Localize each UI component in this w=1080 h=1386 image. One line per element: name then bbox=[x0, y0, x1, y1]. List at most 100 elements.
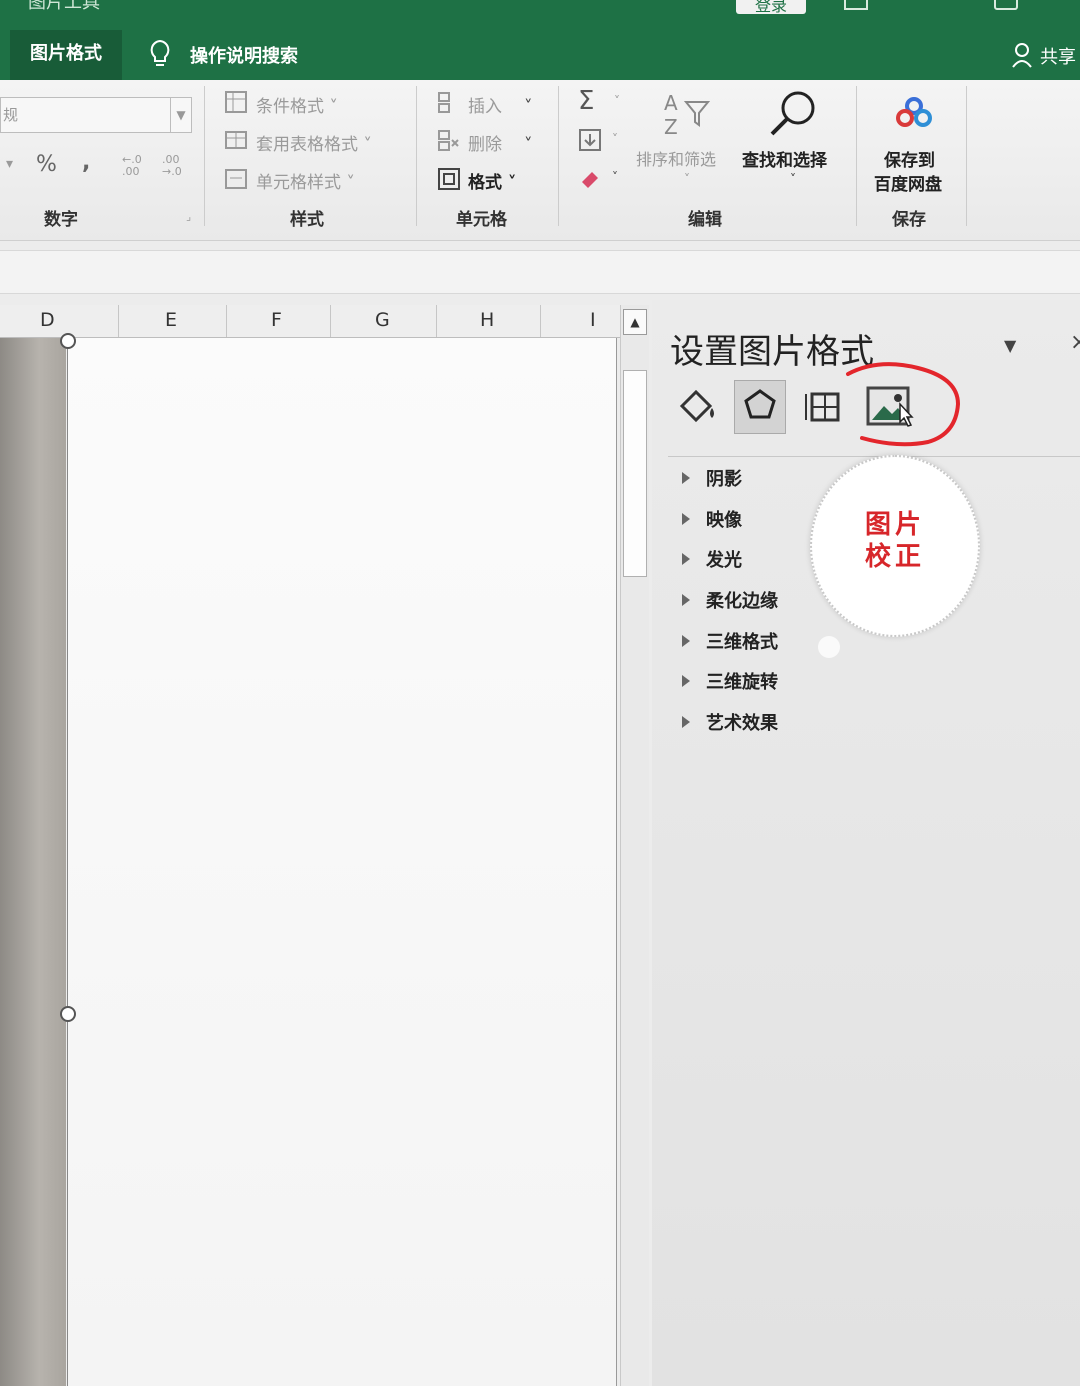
section-reflection[interactable]: 映像 bbox=[682, 506, 742, 532]
number-group-label: 数字 bbox=[44, 210, 78, 230]
autosum-button[interactable]: Σ bbox=[578, 86, 594, 116]
section-label: 发光 bbox=[706, 550, 742, 571]
decrease-decimal-button[interactable]: .00 →.0 bbox=[162, 154, 192, 178]
pane-options-chevron-icon[interactable]: ▼ bbox=[1004, 336, 1016, 355]
column-header-i[interactable]: I bbox=[590, 309, 596, 331]
share-button[interactable]: 共享 bbox=[1040, 43, 1076, 69]
group-divider bbox=[966, 86, 967, 226]
expand-triangle-icon bbox=[682, 553, 690, 565]
tab-picture-format[interactable]: 图片格式 bbox=[10, 30, 122, 80]
column-divider bbox=[226, 305, 227, 337]
sort-filter-icon: A Z bbox=[664, 91, 711, 139]
increase-decimal-button[interactable]: ←.0 .00 bbox=[122, 154, 152, 178]
section-label: 艺术效果 bbox=[706, 713, 778, 734]
scrollbar-thumb[interactable] bbox=[623, 370, 647, 577]
sort-filter-button[interactable]: 排序和筛选 bbox=[636, 146, 716, 170]
login-button[interactable]: 登录 bbox=[736, 0, 806, 15]
section-glow[interactable]: 发光 bbox=[682, 546, 742, 572]
chevron-down-icon[interactable]: ˅ bbox=[612, 132, 618, 146]
fill-down-icon[interactable] bbox=[578, 128, 602, 152]
red-circle-annotation bbox=[846, 362, 961, 447]
section-3d-format[interactable]: 三维格式 bbox=[682, 628, 778, 654]
section-soft-edges[interactable]: 柔化边缘 bbox=[682, 587, 778, 613]
resize-handle-middle-left[interactable] bbox=[60, 1006, 76, 1022]
svg-text:A: A bbox=[664, 91, 678, 115]
table-format-button[interactable]: 套用表格格式 ˅ bbox=[256, 130, 372, 155]
cell-styles-label: 单元格样式 bbox=[256, 173, 341, 193]
chevron-down-icon[interactable]: ˅ bbox=[612, 170, 618, 184]
find-select-button[interactable]: 查找和选择 bbox=[742, 146, 827, 171]
selected-picture[interactable] bbox=[67, 338, 617, 1386]
scroll-up-arrow-icon[interactable]: ▲ bbox=[623, 309, 647, 335]
percent-style-button[interactable]: % bbox=[36, 152, 57, 177]
callout-line-2: 校正 bbox=[864, 542, 925, 572]
delete-label: 删除 bbox=[468, 135, 502, 155]
eraser-icon[interactable] bbox=[578, 166, 602, 190]
section-3d-rotation[interactable]: 三维旋转 bbox=[682, 668, 778, 694]
number-format-dropdown[interactable]: 规 ▼ bbox=[0, 97, 192, 133]
cell-styles-button[interactable]: 单元格样式 ˅ bbox=[256, 168, 355, 193]
formula-bar[interactable] bbox=[0, 250, 1080, 294]
column-header-h[interactable]: H bbox=[480, 309, 494, 331]
section-shadow[interactable]: 阴影 bbox=[682, 465, 742, 491]
chevron-down-icon[interactable]: ˅ bbox=[614, 94, 620, 108]
expand-triangle-icon bbox=[682, 675, 690, 687]
close-icon[interactable]: × bbox=[1070, 330, 1080, 355]
svg-text:Z: Z bbox=[664, 115, 678, 139]
conditional-format-button[interactable]: 条件格式 ˅ bbox=[256, 92, 338, 117]
section-label: 映像 bbox=[706, 510, 742, 531]
resize-handle-top-left[interactable] bbox=[60, 333, 76, 349]
fill-line-tab-paint-bucket-icon[interactable] bbox=[674, 380, 724, 432]
callout-line-1: 图片 bbox=[864, 510, 925, 540]
column-header-e[interactable]: E bbox=[165, 309, 177, 331]
format-cells-button[interactable]: 格式 ˅ bbox=[468, 168, 516, 193]
column-header-f[interactable]: F bbox=[271, 309, 282, 331]
section-label: 阴影 bbox=[706, 469, 742, 490]
chevron-down-icon: ▼ bbox=[170, 98, 191, 132]
contextual-tool-title: 图片工具 bbox=[28, 0, 100, 13]
magnifier-icon bbox=[770, 91, 815, 136]
title-bar: 图片工具 登录 图片格式 操作说明搜索 共享 bbox=[0, 0, 1080, 80]
cells-group-label: 单元格 bbox=[456, 210, 507, 230]
group-divider bbox=[558, 86, 559, 226]
group-divider bbox=[856, 86, 857, 226]
comma-style-button[interactable]: , bbox=[82, 150, 90, 175]
column-divider bbox=[436, 305, 437, 337]
section-artistic-effects[interactable]: 艺术效果 bbox=[682, 709, 778, 735]
column-header-d[interactable]: D bbox=[40, 309, 55, 331]
expand-triangle-icon bbox=[682, 716, 690, 728]
section-label: 三维格式 bbox=[706, 632, 778, 653]
dialog-launcher-icon[interactable]: ⌟ bbox=[186, 210, 191, 223]
group-divider bbox=[204, 86, 205, 226]
chevron-down-icon: ˅ bbox=[790, 172, 796, 186]
person-icon[interactable] bbox=[1012, 42, 1034, 68]
column-header-row: D E F G H I bbox=[0, 305, 620, 338]
column-divider bbox=[118, 305, 119, 337]
vertical-scrollbar[interactable]: ▲ bbox=[620, 305, 649, 1386]
expand-triangle-icon bbox=[682, 513, 690, 525]
save-to-netdisk-line1[interactable]: 保存到 bbox=[884, 146, 935, 171]
effects-tab-pentagon-icon[interactable] bbox=[734, 380, 786, 434]
section-label: 三维旋转 bbox=[706, 672, 778, 693]
delete-cells-icon bbox=[438, 130, 459, 151]
group-divider bbox=[416, 86, 417, 226]
cell-styles-icon bbox=[225, 169, 247, 189]
styles-group-label: 样式 bbox=[290, 210, 324, 230]
table-format-icon bbox=[225, 131, 247, 149]
annotation-callout-bubble: 图片 校正 bbox=[810, 455, 980, 637]
ribbon: 规 ▼ ▾ % , ←.0 .00 .00 →.0 数字 ⌟ 条件格式 ˅ 套用… bbox=[0, 80, 1080, 241]
restore-window-icon[interactable] bbox=[994, 0, 1018, 10]
column-header-g[interactable]: G bbox=[375, 309, 390, 331]
delete-cells-button[interactable]: 删除 ˅ bbox=[468, 130, 533, 155]
save-group-label: 保存 bbox=[892, 210, 926, 230]
ribbon-display-options-icon[interactable] bbox=[844, 0, 868, 10]
save-to-netdisk-line2[interactable]: 百度网盘 bbox=[874, 170, 942, 195]
tell-me-search[interactable]: 操作说明搜索 bbox=[190, 42, 298, 68]
worksheet-left-area bbox=[0, 338, 66, 1386]
conditional-format-icon bbox=[225, 91, 247, 113]
currency-dropdown-icon[interactable]: ▾ bbox=[6, 156, 13, 172]
conditional-format-label: 条件格式 bbox=[256, 97, 324, 117]
table-format-label: 套用表格格式 bbox=[256, 135, 358, 155]
baidu-netdisk-icon bbox=[896, 97, 932, 127]
insert-cells-button[interactable]: 插入 ˅ bbox=[468, 92, 533, 117]
